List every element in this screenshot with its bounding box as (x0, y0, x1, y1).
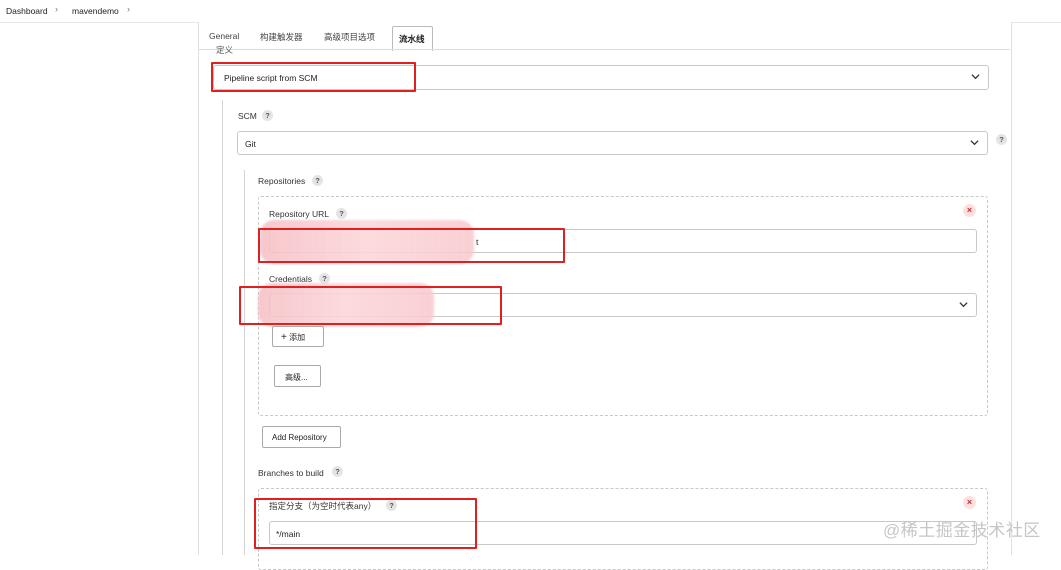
branches-label: Branches to build (258, 468, 324, 478)
breadcrumb-dashboard[interactable]: Dashboard (6, 6, 48, 16)
remove-branch-icon[interactable]: × (963, 496, 976, 509)
tab-build-triggers[interactable]: 构建触发器 (260, 31, 303, 43)
help-icon[interactable]: ? (312, 175, 323, 186)
highlight-box (258, 228, 565, 263)
help-icon[interactable]: ? (262, 110, 273, 121)
scm-label: SCM (238, 111, 257, 121)
chevron-right-icon[interactable]: › (127, 4, 130, 14)
tab-general[interactable]: General (209, 31, 239, 41)
section-indent-line (244, 170, 245, 555)
chevron-down-icon (971, 74, 980, 80)
highlight-box (211, 62, 416, 92)
add-credentials-button[interactable]: + 添加 (272, 326, 324, 347)
repositories-label: Repositories (258, 176, 306, 186)
highlight-box (254, 498, 477, 549)
chevron-down-icon (970, 140, 979, 146)
section-indent-line (222, 100, 223, 555)
help-icon[interactable]: ? (336, 208, 347, 219)
watermark: @稀土掘金技术社区 (883, 521, 1041, 540)
tab-pipeline-label: 流水线 (399, 34, 425, 44)
breadcrumb-mavendemo[interactable]: mavendemo (72, 6, 119, 16)
add-credentials-label: 添加 (289, 333, 306, 342)
plus-icon: + (281, 332, 287, 343)
add-repository-label: Add Repository (272, 433, 327, 442)
help-icon[interactable]: ? (332, 466, 343, 477)
add-repository-button[interactable]: Add Repository (262, 426, 341, 448)
highlight-box (239, 286, 502, 325)
advanced-button[interactable]: 高级... (274, 365, 321, 387)
scm-select-value: Git (245, 139, 256, 149)
definition-label: 定义 (216, 45, 234, 55)
breadcrumb: Dashboard › mavendemo › (0, 0, 1061, 23)
scm-select[interactable]: Git (237, 131, 988, 155)
remove-repository-icon[interactable]: × (963, 204, 976, 217)
help-icon[interactable]: ? (996, 134, 1007, 145)
chevron-right-icon[interactable]: › (55, 4, 58, 14)
chevron-down-icon (959, 302, 968, 308)
advanced-button-label: 高级... (285, 373, 308, 382)
tab-pipeline[interactable]: 流水线 (392, 26, 433, 51)
tab-divider (198, 49, 1010, 50)
tab-advanced-project-options[interactable]: 高级项目选项 (324, 31, 375, 43)
repository-url-label: Repository URL (269, 209, 329, 219)
